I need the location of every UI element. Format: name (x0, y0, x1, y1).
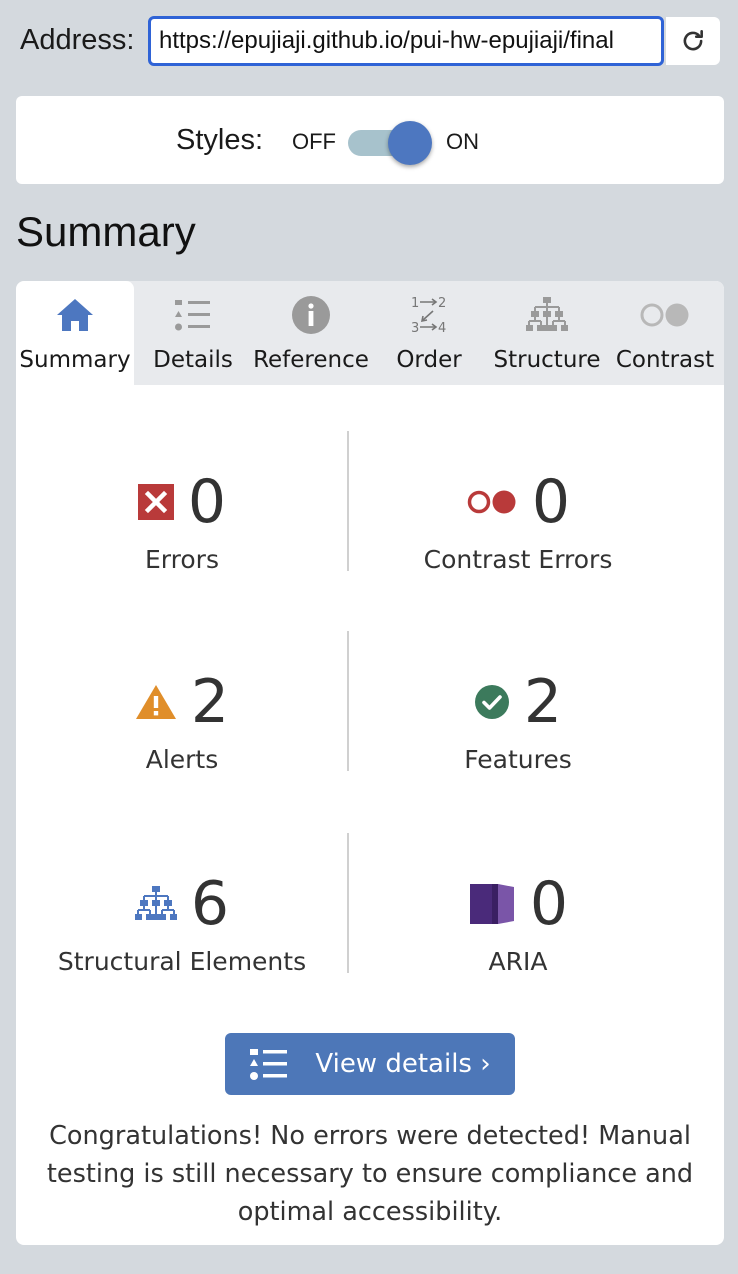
page-title: Summary (16, 208, 196, 255)
tab-structure[interactable]: Structure (488, 281, 606, 385)
tab-label: Order (396, 347, 462, 373)
list-icon (175, 300, 210, 331)
info-icon (292, 296, 330, 334)
aria-icon (469, 884, 514, 924)
tab-details[interactable]: Details (134, 281, 252, 385)
errors-count: 0 (187, 467, 227, 537)
refresh-button[interactable] (666, 17, 720, 65)
toggle-off-label: OFF (292, 129, 336, 154)
contrast-errors-count: 0 (531, 467, 571, 537)
alerts-count: 2 (190, 667, 230, 737)
styles-toggle-card: Styles: OFF ON (16, 96, 724, 184)
svg-text:2: 2 (438, 296, 446, 311)
tab-bar: Summary Details Reference 1 2 3 4 Order … (16, 281, 724, 385)
view-details-label: View details › (315, 1049, 491, 1079)
tab-label: Details (153, 347, 233, 373)
tab-label: Contrast (615, 347, 715, 373)
contrast-errors-label: Contrast Errors (423, 545, 613, 574)
summary-panel: Summary Details Reference 1 2 3 4 Order … (16, 281, 724, 1245)
view-details-button[interactable]: View details › (225, 1033, 515, 1095)
tab-label: Structure (493, 347, 601, 373)
errors-stat: 0 Errors (16, 467, 348, 574)
aria-stat: 0 ARIA (352, 869, 684, 976)
address-bar: Address: https://epujiaji.github.io/pui-… (0, 16, 738, 68)
toggle-on-label: ON (446, 129, 479, 154)
styles-toggle-knob[interactable] (388, 121, 432, 165)
features-label: Features (464, 745, 572, 774)
tab-reference[interactable]: Reference (252, 281, 370, 385)
aria-count: 0 (529, 869, 569, 939)
styles-label: Styles: (176, 124, 264, 156)
structure-icon (134, 886, 177, 920)
svg-text:4: 4 (438, 321, 446, 336)
alert-triangle-icon (135, 685, 176, 719)
address-label: Address: (20, 24, 135, 56)
aria-label: ARIA (488, 947, 548, 976)
error-x-icon (137, 484, 174, 520)
hierarchy-icon (526, 297, 568, 331)
feature-check-icon (474, 685, 509, 719)
structural-stat: 6 Structural Elements (16, 869, 348, 976)
contrast-error-icon (467, 490, 516, 514)
order-icon: 1 2 3 4 (411, 296, 446, 336)
tab-order[interactable]: 1 2 3 4 Order (370, 281, 488, 385)
tab-summary[interactable]: Summary (16, 281, 134, 385)
structural-count: 6 (190, 869, 230, 939)
congratulations-message: Congratulations! No errors were detected… (46, 1121, 694, 1227)
contrast-icon (640, 303, 689, 327)
list-icon (250, 1049, 288, 1080)
features-stat: 2 Features (352, 667, 684, 774)
home-icon (57, 299, 93, 331)
structural-label: Structural Elements (57, 947, 307, 976)
tab-label: Summary (19, 347, 131, 373)
address-input[interactable]: https://epujiaji.github.io/pui-hw-epujia… (148, 16, 664, 66)
svg-text:1: 1 (411, 296, 419, 311)
features-count: 2 (523, 667, 563, 737)
refresh-icon (683, 29, 703, 51)
alerts-stat: 2 Alerts (16, 667, 348, 774)
errors-label: Errors (145, 545, 219, 574)
svg-text:3: 3 (411, 321, 419, 336)
contrast-errors-stat: 0 Contrast Errors (352, 467, 684, 574)
tab-label: Reference (253, 347, 369, 373)
tab-contrast[interactable]: Contrast (606, 281, 724, 385)
alerts-label: Alerts (145, 745, 219, 774)
